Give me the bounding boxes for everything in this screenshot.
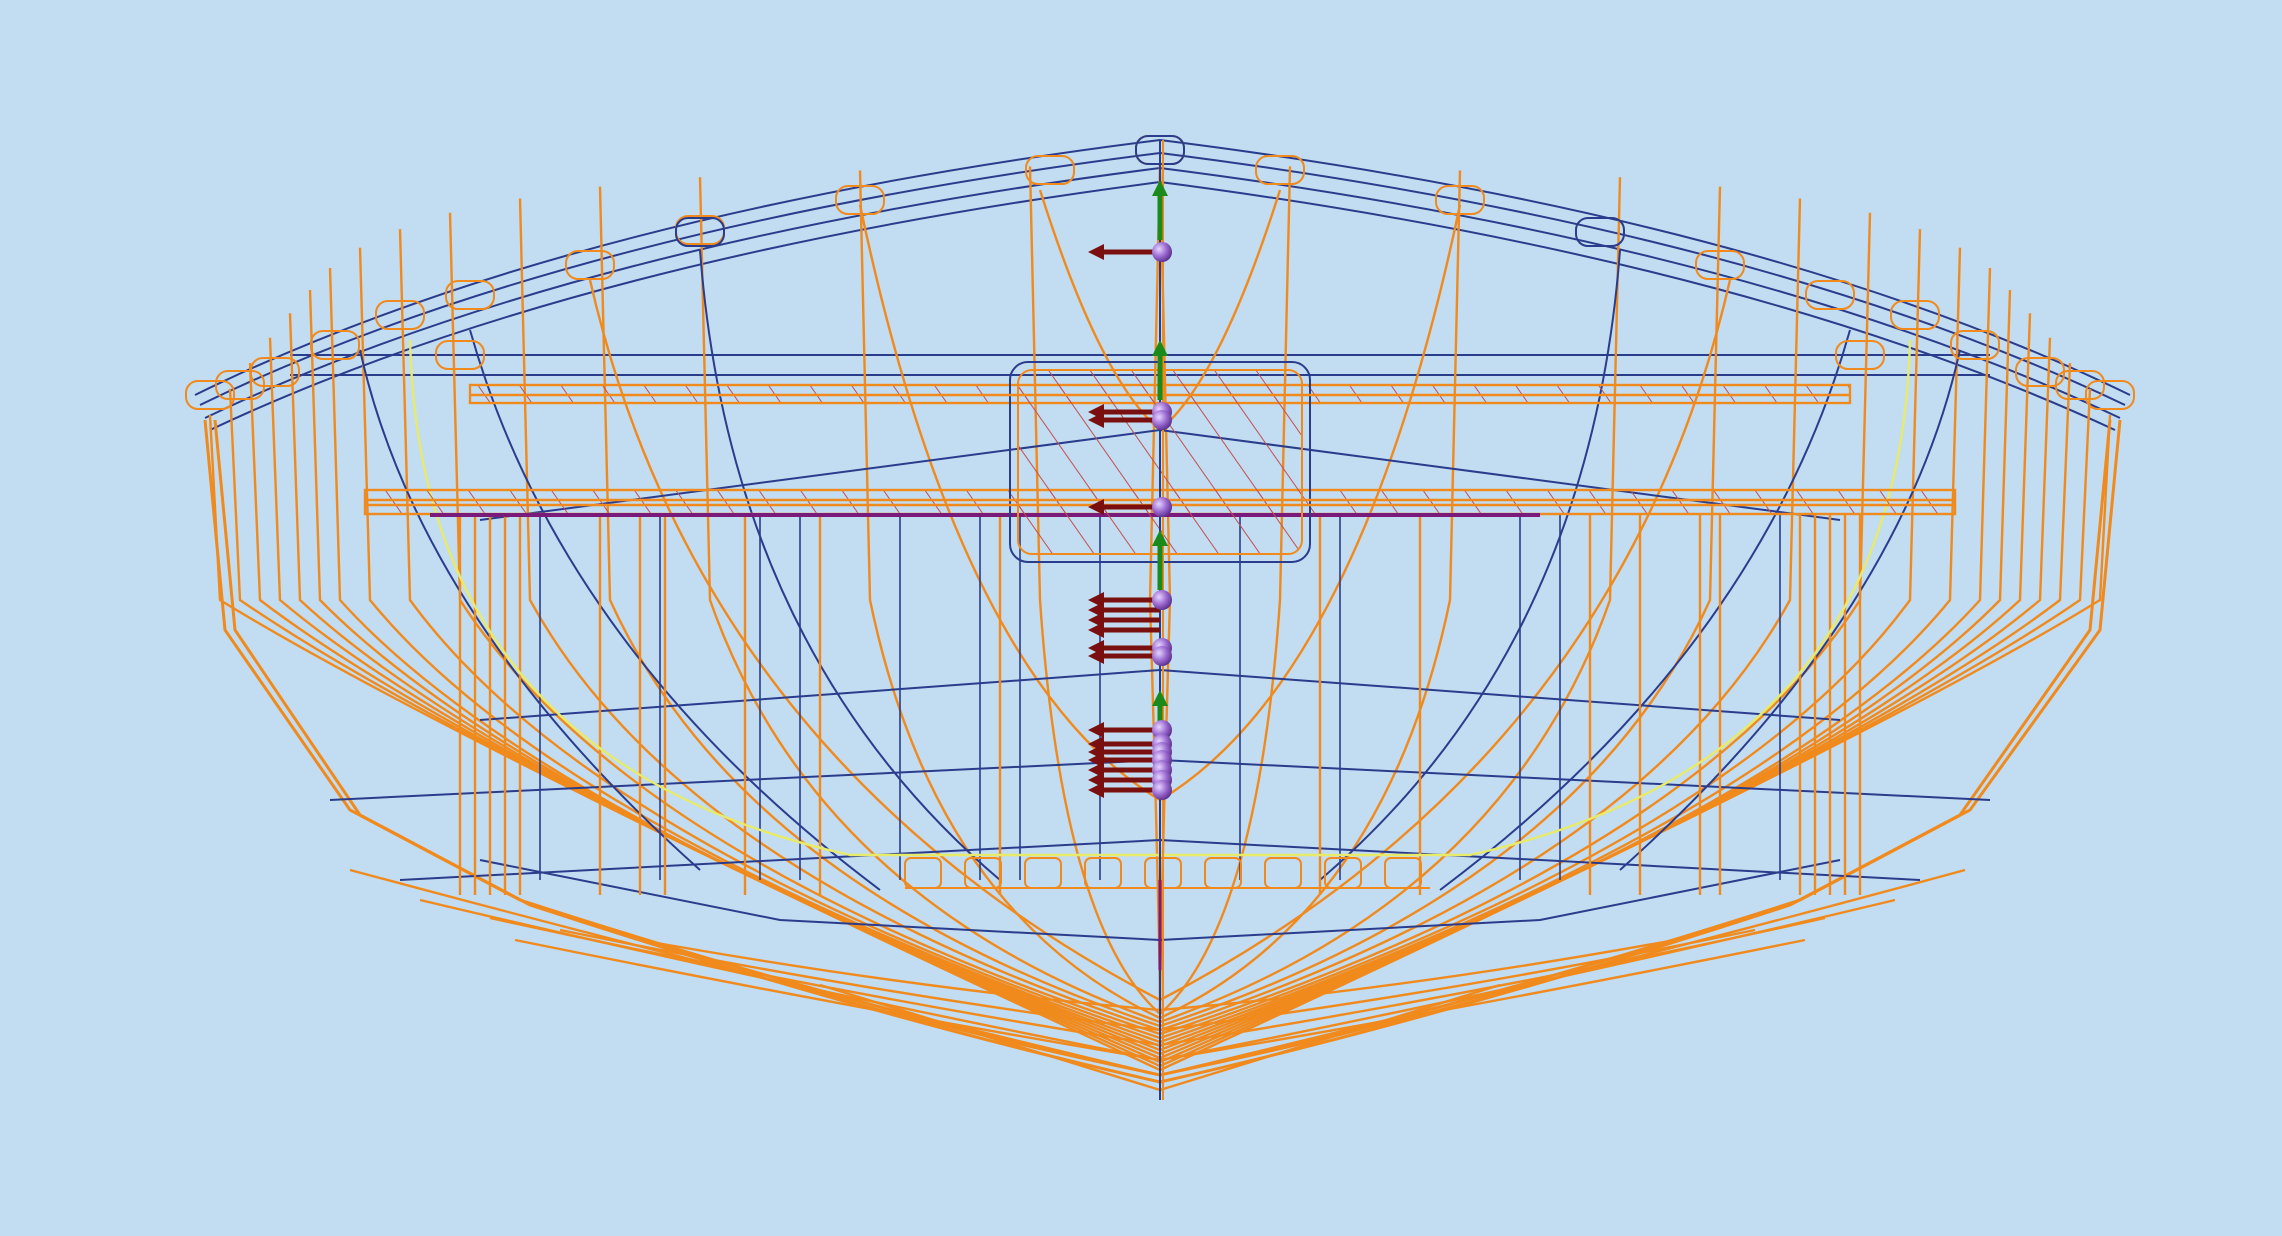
- node-sphere-icon[interactable]: [1152, 497, 1172, 517]
- node-sphere-icon[interactable]: [1152, 780, 1172, 800]
- hull-wireframe-model[interactable]: [0, 0, 2282, 1236]
- node-sphere-icon[interactable]: [1152, 242, 1172, 262]
- cad-3d-viewport[interactable]: [0, 0, 2282, 1236]
- node-sphere-icon[interactable]: [1152, 410, 1172, 430]
- node-sphere-icon[interactable]: [1152, 646, 1172, 666]
- node-sphere-icon[interactable]: [1152, 590, 1172, 610]
